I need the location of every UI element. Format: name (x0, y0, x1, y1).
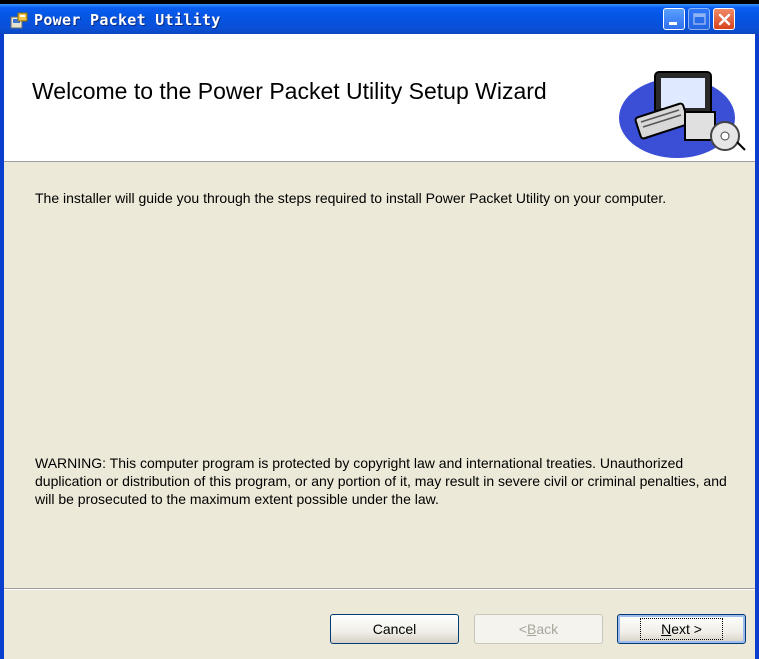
next-button-label: ext > (671, 621, 702, 637)
computer-cd-illustration (619, 71, 746, 158)
window-right-border (755, 34, 759, 659)
wizard-client-area: Welcome to the Power Packet Utility Setu… (4, 34, 755, 659)
next-button[interactable]: Next > (617, 614, 746, 644)
title-bar[interactable]: Power Packet Utility (0, 4, 759, 34)
window-title: Power Packet Utility (34, 11, 221, 29)
minimize-button[interactable] (663, 8, 685, 30)
minimize-icon (669, 22, 677, 25)
back-button-accesskey: B (527, 621, 537, 637)
wizard-header: Welcome to the Power Packet Utility Setu… (4, 34, 755, 162)
maximize-button[interactable] (688, 8, 710, 30)
intro-text: The installer will guide you through the… (35, 190, 667, 206)
back-button-prefix: < (518, 621, 528, 637)
footer-separator (4, 588, 755, 590)
close-button[interactable] (713, 8, 735, 30)
installer-icon (10, 12, 28, 29)
cancel-button[interactable]: Cancel (330, 614, 459, 644)
installer-window: Power Packet Utility Welcome to the Powe… (0, 0, 759, 659)
next-button-accesskey: N (661, 621, 672, 637)
wizard-title: Welcome to the Power Packet Utility Setu… (32, 78, 547, 104)
copyright-warning: WARNING: This computer program is protec… (35, 455, 727, 507)
next-button-focus: Next > (640, 618, 723, 640)
back-button-label: ack (536, 621, 559, 637)
back-button[interactable]: < Back (474, 614, 603, 644)
cancel-button-label: Cancel (372, 621, 417, 637)
maximize-icon (693, 13, 706, 25)
close-icon (718, 13, 731, 26)
